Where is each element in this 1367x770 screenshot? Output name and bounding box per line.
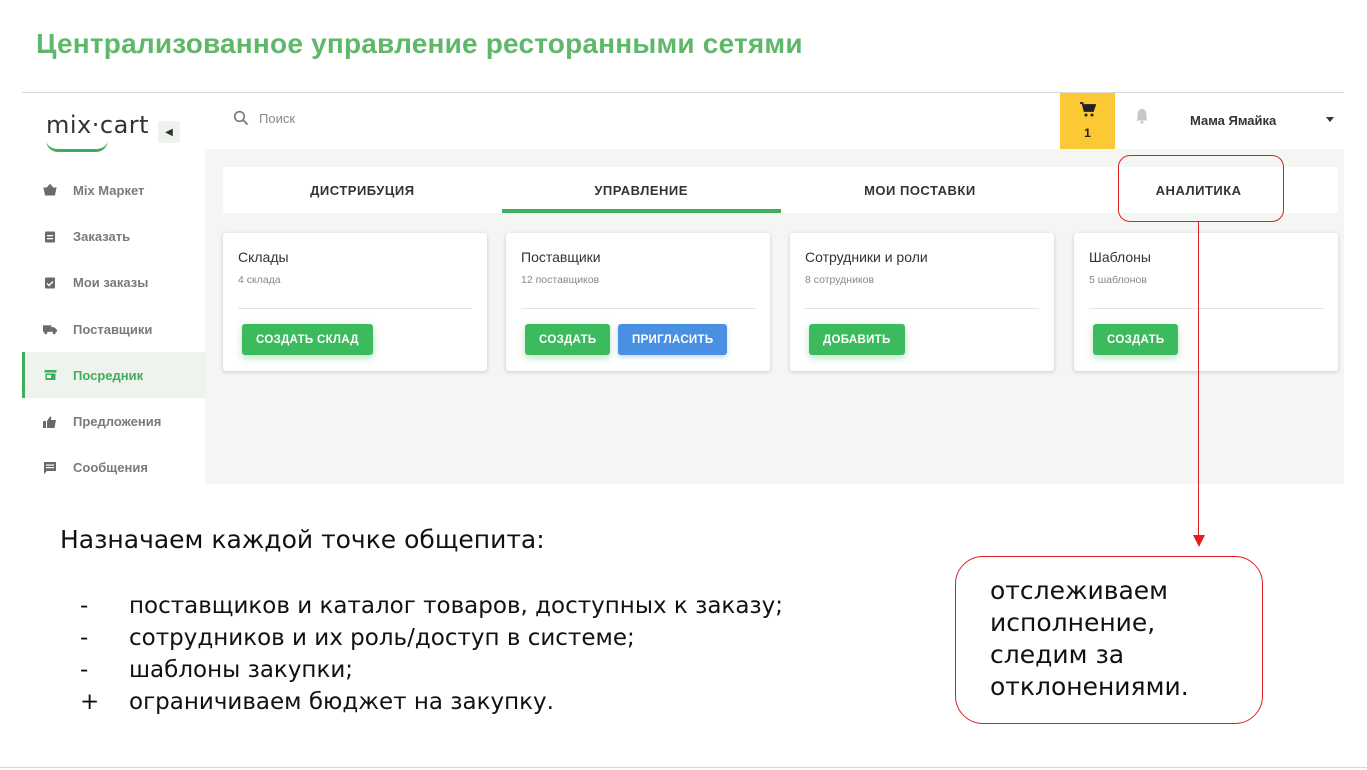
list-item-text: сотрудников и их роль/доступ в системе;	[129, 625, 635, 651]
card-employees-roles: Сотрудники и роли 8 сотрудников ДОБАВИТЬ	[790, 233, 1054, 371]
search-box[interactable]: Поиск	[233, 110, 295, 126]
list-item: + ограничиваем бюджет на закупку.	[80, 686, 783, 718]
list-item: - шаблоны закупки;	[80, 654, 783, 686]
bottom-divider	[0, 767, 1367, 768]
analytics-highlight	[1118, 155, 1284, 222]
list-item: - сотрудников и их роль/доступ в системе…	[80, 622, 783, 654]
sidebar-item-label: Предложения	[73, 414, 162, 430]
sidebar-item-offers[interactable]: Предложения	[22, 398, 205, 444]
notifications-button[interactable]	[1135, 108, 1149, 129]
card-title: Сотрудники и роли	[805, 249, 928, 265]
list-item-text: ограничиваем бюджет на закупку.	[129, 689, 554, 715]
tab-my-supplies[interactable]: МОИ ПОСТАВКИ	[781, 167, 1060, 213]
tab-management[interactable]: УПРАВЛЕНИЕ	[501, 167, 781, 213]
card-suppliers: Поставщики 12 поставщиков СОЗДАТЬ ПРИГЛА…	[506, 233, 770, 371]
truck-icon	[43, 323, 57, 335]
clipboard-check-icon	[43, 277, 57, 289]
sidebar: mix·cart ◀ Mix Маркет Заказать Мои заказ…	[22, 93, 205, 484]
caret-down-icon[interactable]	[1326, 117, 1334, 122]
tab-distribution[interactable]: ДИСТРИБУЦИЯ	[223, 167, 502, 213]
sidebar-collapse-button[interactable]: ◀	[158, 121, 180, 143]
card-divider	[1089, 308, 1323, 309]
list-item-text: шаблоны закупки;	[129, 657, 354, 683]
create-warehouse-button[interactable]: СОЗДАТЬ СКЛАД	[242, 324, 373, 355]
sidebar-item-order[interactable]: Заказать	[22, 213, 205, 259]
annotation-arrow-head	[1193, 535, 1205, 547]
card-subtitle: 8 сотрудников	[805, 274, 875, 286]
list-marker: +	[80, 689, 100, 715]
sidebar-item-mix-market[interactable]: Mix Маркет	[22, 167, 205, 213]
list-marker: -	[80, 593, 89, 619]
store-icon	[43, 369, 57, 381]
sidebar-item-label: Мои заказы	[73, 275, 149, 291]
note-line: отклонениями.	[990, 672, 1189, 701]
description-heading: Назначаем каждой точке общепита:	[60, 525, 545, 554]
card-subtitle: 5 шаблонов	[1089, 274, 1147, 286]
list-item: - поставщиков и каталог товаров, доступн…	[80, 590, 783, 622]
description-list: - поставщиков и каталог товаров, доступн…	[80, 590, 783, 718]
clipboard-icon	[43, 230, 57, 243]
app-window: mix·cart ◀ Mix Маркет Заказать Мои заказ…	[22, 93, 1344, 484]
list-marker: -	[80, 625, 89, 651]
card-templates: Шаблоны 5 шаблонов СОЗДАТЬ	[1074, 233, 1338, 371]
list-marker: -	[80, 657, 89, 683]
top-bar: Поиск 1 Мама Ямайка	[205, 93, 1344, 149]
sidebar-item-suppliers[interactable]: Поставщики	[22, 306, 205, 352]
sidebar-item-label: Заказать	[73, 228, 131, 244]
card-title: Шаблоны	[1089, 249, 1151, 265]
bell-icon	[1135, 109, 1149, 128]
annotation-arrow-line	[1198, 222, 1199, 536]
annotation-note: отслеживаем исполнение, следим за отклон…	[955, 556, 1263, 724]
message-icon	[43, 461, 57, 474]
basket-icon	[43, 184, 57, 196]
card-divider	[238, 308, 472, 309]
slide-title: Централизованное управление ресторанными…	[36, 28, 803, 59]
cart-button[interactable]: 1	[1060, 93, 1115, 149]
logo: mix·cart	[46, 111, 150, 139]
sidebar-item-label: Сообщения	[73, 460, 148, 476]
card-subtitle: 4 склада	[238, 274, 281, 286]
note-line: следим за	[990, 640, 1125, 669]
thumb-up-icon	[43, 416, 57, 428]
card-title: Поставщики	[521, 249, 601, 265]
invite-supplier-button[interactable]: ПРИГЛАСИТЬ	[618, 324, 728, 355]
logo-arc	[46, 140, 108, 152]
sidebar-item-label: Поставщики	[73, 321, 153, 337]
user-menu[interactable]: Мама Ямайка	[1190, 113, 1276, 128]
cart-icon	[1079, 102, 1096, 122]
search-icon	[233, 110, 249, 126]
card-subtitle: 12 поставщиков	[521, 274, 600, 286]
note-line: отслеживаем	[990, 576, 1169, 605]
card-divider	[805, 308, 1039, 309]
sidebar-item-label: Mix Маркет	[73, 182, 145, 198]
list-item-text: поставщиков и каталог товаров, доступных…	[129, 593, 784, 619]
sidebar-item-my-orders[interactable]: Мои заказы	[22, 260, 205, 306]
add-employee-button[interactable]: ДОБАВИТЬ	[809, 324, 905, 355]
create-supplier-button[interactable]: СОЗДАТЬ	[525, 324, 611, 355]
cart-count-badge: 1	[1084, 126, 1091, 140]
search-input[interactable]: Поиск	[259, 111, 295, 126]
card-divider	[521, 308, 755, 309]
card-title: Склады	[238, 249, 289, 265]
sidebar-item-label: Посредник	[73, 367, 144, 383]
sidebar-item-messages[interactable]: Сообщения	[22, 445, 205, 491]
note-line: исполнение,	[990, 608, 1156, 637]
create-template-button[interactable]: СОЗДАТЬ	[1093, 324, 1179, 355]
chevron-left-icon: ◀	[165, 126, 173, 138]
sidebar-item-intermediary[interactable]: Посредник	[22, 352, 205, 399]
card-warehouses: Склады 4 склада СОЗДАТЬ СКЛАД	[223, 233, 487, 371]
sidebar-nav: Mix Маркет Заказать Мои заказы Поставщик…	[22, 167, 205, 491]
